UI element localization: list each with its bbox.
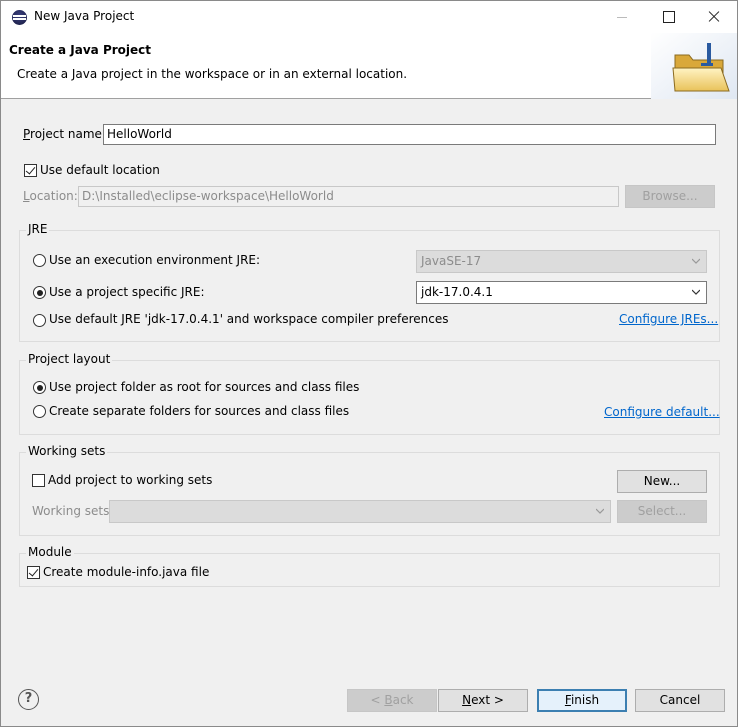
working-sets-group <box>19 452 720 536</box>
chevron-down-icon <box>596 508 604 514</box>
layout-root-label: Use project folder as root for sources a… <box>49 380 360 394</box>
cancel-button[interactable]: Cancel <box>635 689 725 712</box>
layout-separate-label: Create separate folders for sources and … <box>49 404 350 418</box>
wizard-banner: Create a Java Project Create a Java proj… <box>1 33 737 99</box>
jre-default-label: Use default JRE 'jdk-17.0.4.1' and works… <box>49 312 449 326</box>
project-name-input[interactable]: HelloWorld <box>103 124 716 145</box>
layout-root-radio[interactable] <box>33 381 46 394</box>
chevron-down-icon <box>692 289 700 295</box>
module-group-title: Module <box>26 545 74 559</box>
add-to-working-sets-label: Add project to working sets <box>48 473 213 487</box>
finish-button[interactable]: Finish <box>537 689 627 712</box>
project-layout-group <box>19 360 720 435</box>
project-specific-jre-select[interactable]: jdk-17.0.4.1 <box>416 281 707 304</box>
select-working-sets-button[interactable]: Select... <box>617 500 707 523</box>
close-button[interactable] <box>691 1 737 33</box>
create-module-info-checkbox[interactable] <box>27 566 40 579</box>
create-module-info-label: Create module-info.java file <box>43 565 210 579</box>
new-working-set-button[interactable]: New... <box>617 470 707 493</box>
new-java-project-dialog: New Java Project Create a Java Project C… <box>0 0 738 727</box>
back-button[interactable]: < Back <box>347 689 437 712</box>
jre-project-specific-radio[interactable] <box>33 286 46 299</box>
jre-execution-environment-radio[interactable] <box>33 254 46 267</box>
banner-title: Create a Java Project <box>9 43 152 57</box>
jre-group-title: JRE <box>26 222 50 236</box>
banner-description: Create a Java project in the workspace o… <box>17 67 408 81</box>
working-sets-group-title: Working sets <box>26 444 108 458</box>
use-default-location-checkbox[interactable] <box>24 164 37 177</box>
layout-separate-radio[interactable] <box>33 405 46 418</box>
project-name-label: Project name: <box>23 127 106 141</box>
new-java-project-folder-icon <box>651 33 737 99</box>
execution-environment-select[interactable]: JavaSE-17 <box>416 250 707 273</box>
jre-default-radio[interactable] <box>33 314 46 327</box>
jre-execution-environment-label: Use an execution environment JRE: <box>49 253 261 267</box>
configure-default-link[interactable]: Configure default... <box>604 405 720 419</box>
configure-jres-link[interactable]: Configure JREs... <box>619 312 718 326</box>
help-icon[interactable]: ? <box>18 689 39 710</box>
minimize-button[interactable] <box>599 1 645 33</box>
eclipse-icon <box>12 10 27 25</box>
window-title: New Java Project <box>34 9 135 23</box>
maximize-button[interactable] <box>645 1 691 33</box>
browse-button[interactable]: Browse... <box>625 185 715 208</box>
jre-project-specific-label: Use a project specific JRE: <box>49 285 205 299</box>
add-to-working-sets-checkbox[interactable] <box>32 474 45 487</box>
use-default-location-label: Use default location <box>40 163 160 177</box>
chevron-down-icon <box>692 258 700 264</box>
project-layout-group-title: Project layout <box>26 352 113 366</box>
location-input[interactable]: D:\Installed\eclipse-workspace\HelloWorl… <box>78 186 619 207</box>
next-button[interactable]: Next > <box>438 689 528 712</box>
working-sets-select[interactable] <box>109 500 611 523</box>
title-bar: New Java Project <box>1 1 737 33</box>
location-label: Location: <box>23 189 78 203</box>
working-sets-label: Working sets: <box>32 504 114 518</box>
